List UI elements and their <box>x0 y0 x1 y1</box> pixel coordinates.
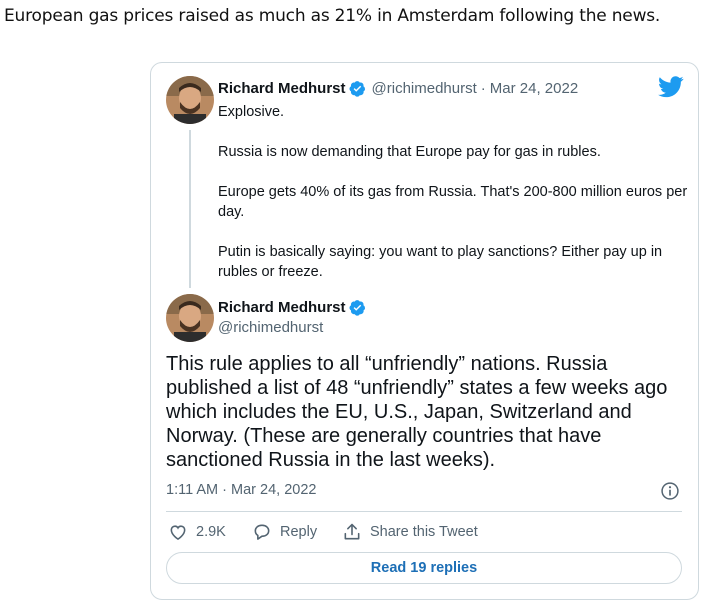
author-handle[interactable]: @richimedhurst <box>218 319 323 336</box>
tweet-date[interactable]: Mar 24, 2022 <box>490 80 578 97</box>
intro-sentence: European gas prices raised as much as 21… <box>4 6 661 26</box>
separator-dot: · <box>480 80 486 97</box>
avatar[interactable] <box>166 294 214 342</box>
verified-badge-icon <box>349 300 365 316</box>
tweet-paragraph: Russia is now demanding that Europe pay … <box>218 144 601 160</box>
read-replies-button[interactable]: Read 19 replies <box>166 552 682 584</box>
like-button[interactable]: 2.9K <box>168 522 226 542</box>
thread-connector-line <box>189 130 191 288</box>
author-name[interactable]: Richard Medhurst <box>218 299 346 316</box>
reply-bubble-icon <box>254 524 270 540</box>
share-button[interactable]: Share this Tweet <box>342 522 478 542</box>
avatar[interactable] <box>166 76 214 124</box>
tweet-timestamp[interactable]: 1:11 AM · Mar 24, 2022 <box>166 482 316 498</box>
author-handle[interactable]: @richimedhurst <box>372 80 477 97</box>
tweet-paragraph: Explosive. <box>218 104 285 120</box>
divider <box>166 511 682 512</box>
verified-badge-icon <box>349 81 365 97</box>
tweet-paragraph: Europe gets 40% of its gas from Russia. … <box>218 184 688 220</box>
reply-label: Reply <box>280 524 318 540</box>
share-icon <box>344 523 360 540</box>
main-tweet-body: This rule applies to all “unfriendly” na… <box>166 353 668 471</box>
info-icon[interactable] <box>660 481 680 501</box>
tweet-paragraph: Putin is basically saying: you want to p… <box>218 244 663 280</box>
share-label: Share this Tweet <box>370 524 478 540</box>
author-name[interactable]: Richard Medhurst <box>218 80 346 97</box>
reply-button[interactable]: Reply <box>252 522 317 542</box>
heart-icon <box>170 525 186 541</box>
main-tweet-handle-row: @richimedhurst <box>218 319 323 336</box>
quoted-tweet-header: Richard Medhurst @richimedhurst · Mar 24… <box>218 80 578 97</box>
main-tweet-author: Richard Medhurst <box>218 299 366 316</box>
quoted-tweet-body: Explosive. Russia is now demanding that … <box>218 102 688 282</box>
twitter-bird-icon[interactable] <box>658 76 684 98</box>
like-count: 2.9K <box>196 524 226 540</box>
